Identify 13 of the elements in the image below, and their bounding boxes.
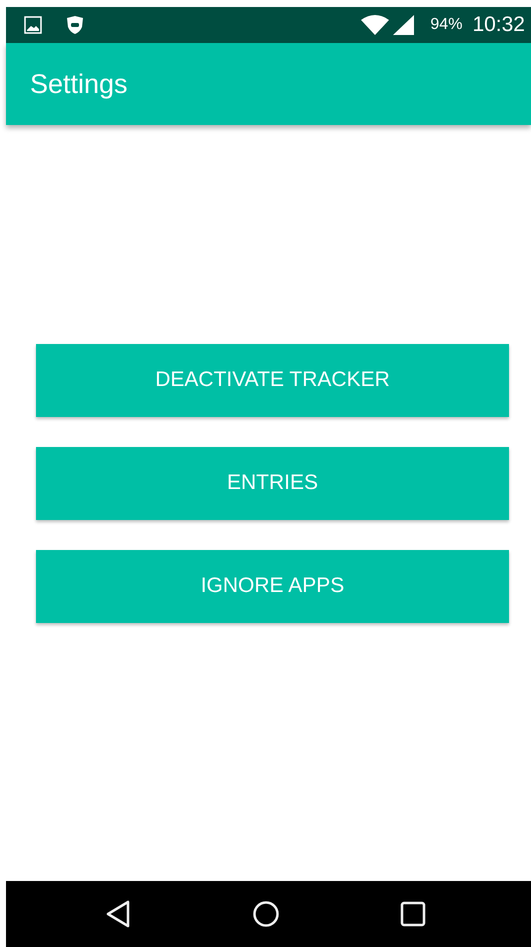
action-button[interactable]: DEACTIVATE TRACKER xyxy=(36,344,509,416)
wifi-icon xyxy=(361,15,390,35)
action-button[interactable]: IGNORE APPS xyxy=(36,550,509,622)
app-bar-title: Settings xyxy=(30,68,128,100)
clock-time: 10:32 xyxy=(472,13,525,37)
battery-percentage: 94% xyxy=(430,16,462,34)
home-icon[interactable] xyxy=(252,900,280,928)
signal-icon xyxy=(393,15,414,35)
image-icon xyxy=(24,16,42,34)
back-icon[interactable] xyxy=(106,900,132,928)
recents-icon[interactable] xyxy=(400,901,426,927)
action-button[interactable]: ENTRIES xyxy=(36,446,509,520)
shield-icon xyxy=(66,15,84,35)
